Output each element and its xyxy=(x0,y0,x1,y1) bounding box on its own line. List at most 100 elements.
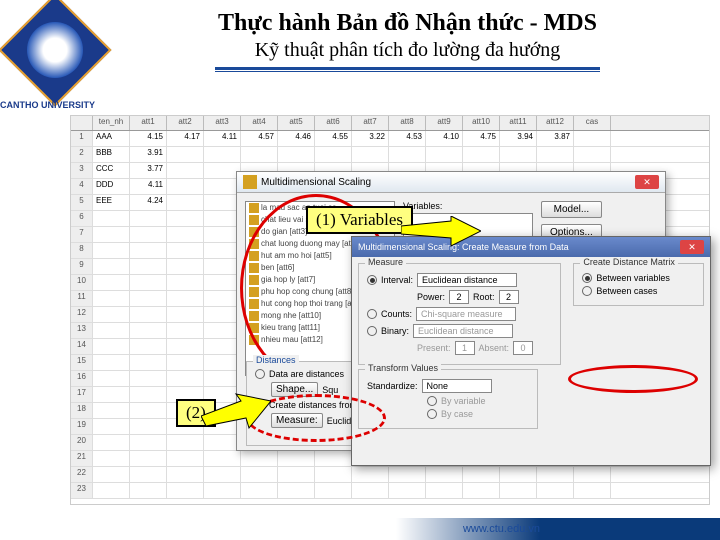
create-measure-dialog[interactable]: Multidimensional Scaling: Create Measure… xyxy=(351,236,711,466)
cell[interactable] xyxy=(204,451,241,466)
cell[interactable]: 3.22 xyxy=(352,131,389,146)
cell[interactable] xyxy=(130,339,167,354)
shape-button[interactable]: Shape... xyxy=(271,382,318,397)
cell[interactable] xyxy=(204,147,241,162)
cell[interactable] xyxy=(167,483,204,498)
cell[interactable] xyxy=(574,467,611,482)
cell[interactable] xyxy=(93,307,130,322)
column-header[interactable]: att3 xyxy=(204,116,241,130)
cell[interactable]: 3.87 xyxy=(537,131,574,146)
cell[interactable] xyxy=(241,147,278,162)
row-number[interactable]: 14 xyxy=(71,339,93,354)
cell[interactable] xyxy=(241,467,278,482)
column-header[interactable]: att9 xyxy=(426,116,463,130)
cell[interactable] xyxy=(241,451,278,466)
standardize-select[interactable]: None xyxy=(422,379,492,393)
cell[interactable] xyxy=(537,147,574,162)
cell[interactable] xyxy=(426,147,463,162)
cell[interactable] xyxy=(352,147,389,162)
cell[interactable] xyxy=(93,275,130,290)
column-header[interactable]: att11 xyxy=(500,116,537,130)
power-input[interactable]: 2 xyxy=(449,290,469,304)
cell[interactable] xyxy=(574,131,611,146)
row-number[interactable]: 23 xyxy=(71,483,93,498)
row-number[interactable]: 11 xyxy=(71,291,93,306)
cell[interactable] xyxy=(93,467,130,482)
column-header[interactable]: ten_nh xyxy=(93,116,130,130)
cell[interactable] xyxy=(204,483,241,498)
cell[interactable] xyxy=(204,467,241,482)
row-number[interactable]: 13 xyxy=(71,323,93,338)
cell[interactable] xyxy=(167,147,204,162)
cell[interactable] xyxy=(352,483,389,498)
column-header[interactable]: att7 xyxy=(352,116,389,130)
cell[interactable]: 4.10 xyxy=(426,131,463,146)
cell[interactable] xyxy=(352,467,389,482)
cell[interactable] xyxy=(93,483,130,498)
row-number[interactable]: 3 xyxy=(71,163,93,178)
cell[interactable] xyxy=(500,483,537,498)
cell[interactable] xyxy=(463,483,500,498)
radio-counts[interactable] xyxy=(367,309,377,319)
cell[interactable] xyxy=(167,163,204,178)
cell[interactable] xyxy=(93,227,130,242)
cell[interactable] xyxy=(130,387,167,402)
cell[interactable] xyxy=(389,147,426,162)
radio-between-vars[interactable] xyxy=(582,273,592,283)
cell[interactable]: 4.75 xyxy=(463,131,500,146)
row-number[interactable]: 12 xyxy=(71,307,93,322)
counts-select[interactable]: Chi-square measure xyxy=(416,307,516,321)
cell[interactable] xyxy=(278,467,315,482)
close-icon[interactable]: ✕ xyxy=(680,240,704,254)
cell[interactable] xyxy=(167,339,204,354)
column-header[interactable]: att5 xyxy=(278,116,315,130)
cell[interactable] xyxy=(167,435,204,450)
cell[interactable] xyxy=(130,211,167,226)
cell[interactable] xyxy=(93,387,130,402)
cell[interactable] xyxy=(130,403,167,418)
cell[interactable] xyxy=(167,467,204,482)
column-header[interactable]: att1 xyxy=(130,116,167,130)
cell[interactable]: DDD xyxy=(93,179,130,194)
cell[interactable] xyxy=(130,323,167,338)
row-number[interactable]: 19 xyxy=(71,419,93,434)
cell[interactable] xyxy=(167,307,204,322)
cell[interactable]: 4.46 xyxy=(278,131,315,146)
cell[interactable] xyxy=(315,451,352,466)
radio-interval[interactable] xyxy=(367,275,377,285)
cell[interactable] xyxy=(93,371,130,386)
cell[interactable] xyxy=(167,179,204,194)
cell[interactable]: 4.55 xyxy=(315,131,352,146)
cell[interactable]: 3.77 xyxy=(130,163,167,178)
cell[interactable] xyxy=(93,355,130,370)
table-row[interactable]: 1AAA4.154.174.114.574.464.553.224.534.10… xyxy=(71,131,709,147)
cell[interactable] xyxy=(130,419,167,434)
cell[interactable]: 4.53 xyxy=(389,131,426,146)
row-number[interactable]: 18 xyxy=(71,403,93,418)
cell[interactable]: 3.91 xyxy=(130,147,167,162)
cell[interactable] xyxy=(130,435,167,450)
radio-binary[interactable] xyxy=(367,326,377,336)
column-header[interactable]: att6 xyxy=(315,116,352,130)
measure-button[interactable]: Measure: xyxy=(271,413,323,428)
cell[interactable] xyxy=(241,483,278,498)
cell[interactable] xyxy=(130,451,167,466)
row-number[interactable]: 4 xyxy=(71,179,93,194)
model-button[interactable]: Model... xyxy=(541,201,602,218)
cell[interactable] xyxy=(537,483,574,498)
cell[interactable] xyxy=(389,467,426,482)
row-number[interactable]: 21 xyxy=(71,451,93,466)
cell[interactable] xyxy=(537,467,574,482)
row-number[interactable]: 22 xyxy=(71,467,93,482)
cell[interactable] xyxy=(130,467,167,482)
cell[interactable] xyxy=(130,307,167,322)
cell[interactable]: 4.11 xyxy=(204,131,241,146)
row-number[interactable]: 7 xyxy=(71,227,93,242)
cell[interactable]: BBB xyxy=(93,147,130,162)
cell[interactable]: AAA xyxy=(93,131,130,146)
cell[interactable] xyxy=(167,227,204,242)
row-number[interactable]: 9 xyxy=(71,259,93,274)
cell[interactable] xyxy=(93,291,130,306)
row-number[interactable]: 8 xyxy=(71,243,93,258)
table-row[interactable]: 22 xyxy=(71,467,709,483)
